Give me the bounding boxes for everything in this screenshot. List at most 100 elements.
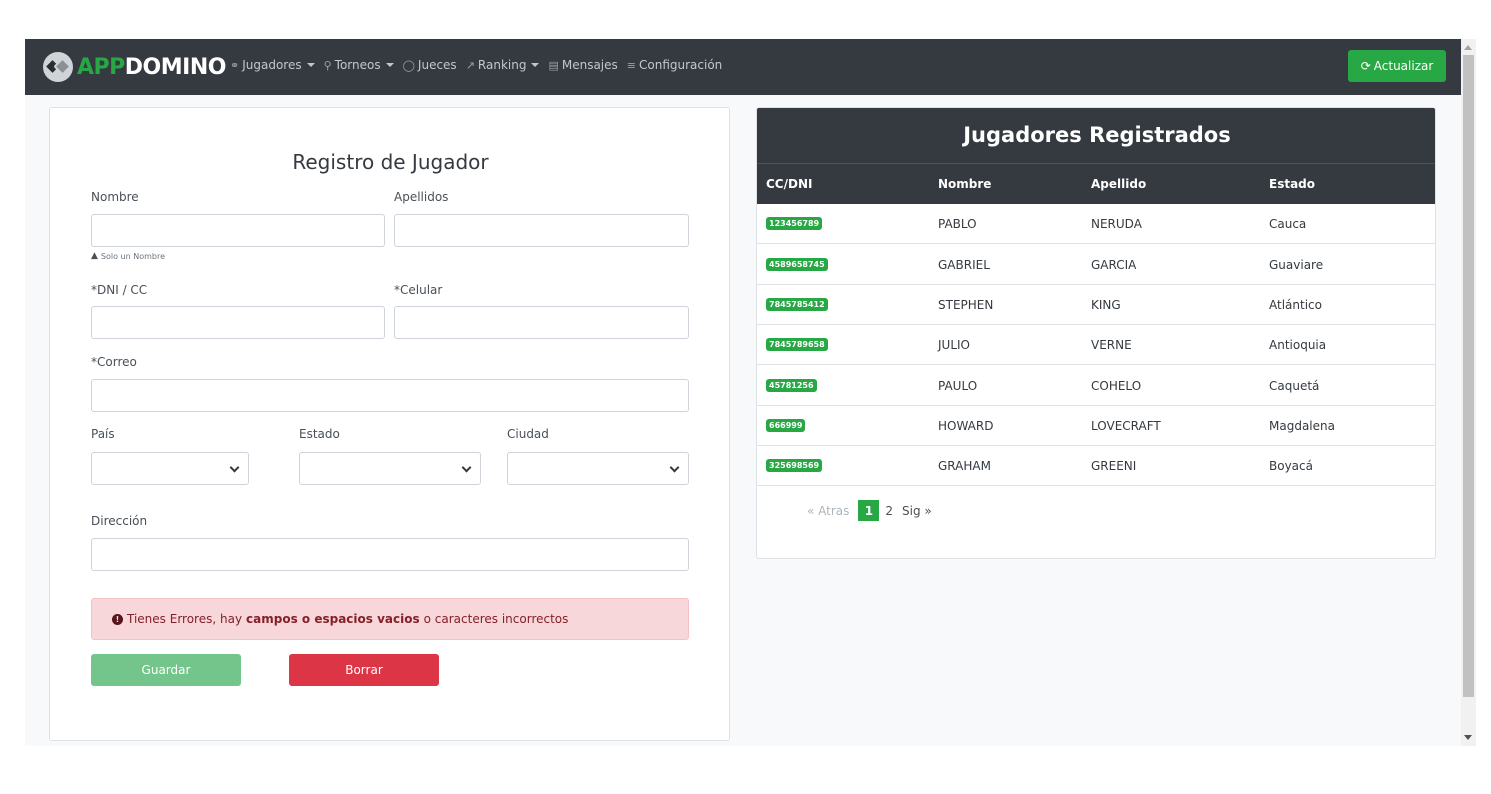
refresh-label: Actualizar (1373, 59, 1434, 73)
scroll-down-icon[interactable] (1464, 735, 1472, 740)
cell-apellido: COHELO (1091, 378, 1142, 393)
apellidos-label: Apellidos (394, 190, 449, 204)
refresh-button[interactable]: ⟳ Actualizar (1348, 50, 1446, 82)
id-badge: 45781256 (766, 379, 817, 392)
form-title: Registro de Jugador (292, 150, 489, 174)
apellidos-input[interactable] (394, 214, 689, 247)
correo-label: *Correo (91, 355, 137, 369)
cell-nombre: PAULO (938, 378, 978, 393)
brand-logo[interactable]: APPDOMINO (43, 51, 226, 83)
cell-nombre: STEPHEN (938, 297, 994, 312)
direccion-label: Dirección (91, 514, 148, 528)
id-badge: 666999 (766, 419, 806, 432)
pais-select[interactable] (91, 452, 249, 485)
alert-bold: campos o espacios vacios (246, 612, 420, 626)
table-row[interactable]: 45781256 PAULO COHELO Caquetá (757, 366, 1435, 406)
celular-label: *Celular (394, 283, 443, 297)
caret-down-icon (306, 63, 315, 67)
estado-select[interactable] (299, 452, 481, 485)
table-row[interactable]: 4589658745 GABRIEL GARCIA Guaviare (757, 245, 1435, 285)
clear-button[interactable]: Borrar (289, 654, 439, 686)
celular-input[interactable] (394, 306, 689, 339)
page-1-link[interactable]: 1 (858, 500, 880, 521)
player-registration-card: Registro de Jugador Nombre Apellidos ▲ S… (49, 107, 730, 741)
table-row[interactable]: 7845789658 JULIO VERNE Antioquia (757, 325, 1435, 365)
nav-torneos[interactable]: ⚲ Torneos (324, 58, 394, 72)
next-page-link[interactable]: Sig » (902, 504, 932, 518)
cell-nombre: JULIO (938, 337, 970, 352)
nav-jueces[interactable]: ◯ Jueces (403, 58, 457, 72)
cell-estado: Magdalena (1269, 418, 1335, 433)
scrollbar-thumb[interactable] (1463, 55, 1474, 697)
table-row[interactable]: 7845785412 STEPHEN KING Atlántico (757, 285, 1435, 325)
pais-label: País (91, 427, 115, 441)
table-row[interactable]: 123456789 PABLO NERUDA Cauca (757, 204, 1435, 244)
brand-text: APPDOMINO (77, 55, 226, 80)
chevron-down-icon (229, 462, 240, 473)
nombre-hint-text: Solo un Nombre (100, 251, 166, 261)
cell-estado: Boyacá (1269, 458, 1313, 473)
scroll-up-icon[interactable] (1464, 45, 1472, 50)
cell-nombre: GRAHAM (938, 458, 991, 473)
nav-mensajes-label: Mensajes (561, 58, 618, 72)
cell-apellido: VERNE (1091, 337, 1132, 352)
column-header-id: CC/DNI (766, 177, 813, 191)
registered-players-card: Jugadores Registrados CC/DNI Nombre Apel… (756, 107, 1436, 559)
table-title: Jugadores Registrados (757, 108, 1435, 163)
nav-configuracion[interactable]: ≡ Configuración (627, 58, 723, 72)
cell-nombre: PABLO (938, 216, 977, 231)
id-badge: 4589658745 (766, 258, 828, 271)
column-header-apellido: Apellido (1091, 177, 1147, 191)
domino-logo-icon (43, 52, 73, 82)
brand-app-text: APP (77, 54, 125, 80)
cell-estado: Caquetá (1269, 378, 1320, 393)
nav-jugadores[interactable]: ⚭ Jugadores (230, 58, 315, 72)
page-2-link[interactable]: 2 (885, 504, 893, 518)
cell-nombre: HOWARD (938, 418, 994, 433)
estado-label: Estado (299, 427, 340, 441)
correo-input[interactable] (91, 379, 689, 412)
id-badge: 7845785412 (766, 298, 828, 311)
nombre-label: Nombre (91, 190, 139, 204)
cell-nombre: GABRIEL (938, 257, 990, 272)
nav-ranking-label: Ranking (477, 58, 527, 72)
cell-estado: Antioquia (1269, 337, 1327, 352)
nav-jueces-label: Jueces (417, 58, 457, 72)
table-row[interactable]: 325698569 GRAHAM GREENI Boyacá (757, 446, 1435, 486)
trophy-icon: ⚲ (323, 58, 332, 72)
chevron-down-icon (669, 462, 680, 473)
table-row[interactable]: 666999 HOWARD LOVECRAFT Magdalena (757, 406, 1435, 446)
error-icon: ! (112, 613, 123, 625)
caret-down-icon (531, 63, 540, 67)
nombre-input[interactable] (91, 214, 385, 247)
nav-configuracion-label: Configuración (639, 58, 723, 72)
top-navbar: APPDOMINO ⚭ Jugadores ⚲ Torneos ◯ Jueces… (25, 39, 1461, 95)
id-badge: 123456789 (766, 217, 823, 230)
nav-ranking[interactable]: ↗ Ranking (466, 58, 540, 72)
chevron-down-icon (461, 462, 472, 473)
nav-torneos-label: Torneos (334, 58, 381, 72)
table-header: CC/DNI Nombre Apellido Estado (757, 163, 1435, 204)
ciudad-select[interactable] (507, 452, 689, 485)
ciudad-label: Ciudad (507, 427, 549, 441)
pagination: « Atras 1 2 Sig » (807, 500, 941, 521)
column-header-estado: Estado (1269, 177, 1316, 191)
users-icon: ⚭ (230, 58, 240, 72)
prev-page-link[interactable]: « Atras (807, 504, 849, 518)
save-button[interactable]: Guardar (91, 654, 241, 686)
id-badge: 7845789658 (766, 338, 828, 351)
brand-domino-text: DOMINO (124, 54, 227, 80)
dni-input[interactable] (91, 306, 385, 339)
chart-line-icon: ↗ (465, 58, 475, 72)
alert-prefix: Tienes Errores, hay (127, 612, 243, 626)
warning-icon: ▲ (91, 251, 98, 261)
nav-jugadores-label: Jugadores (242, 58, 302, 72)
direccion-input[interactable] (91, 538, 689, 571)
vertical-scrollbar[interactable] (1461, 39, 1476, 746)
cell-estado: Atlántico (1269, 297, 1322, 312)
cell-apellido: LOVECRAFT (1091, 418, 1161, 433)
dni-label: *DNI / CC (91, 283, 148, 297)
cell-estado: Guaviare (1269, 257, 1324, 272)
cell-estado: Cauca (1269, 216, 1307, 231)
nav-mensajes[interactable]: ▤ Mensajes (548, 58, 617, 72)
